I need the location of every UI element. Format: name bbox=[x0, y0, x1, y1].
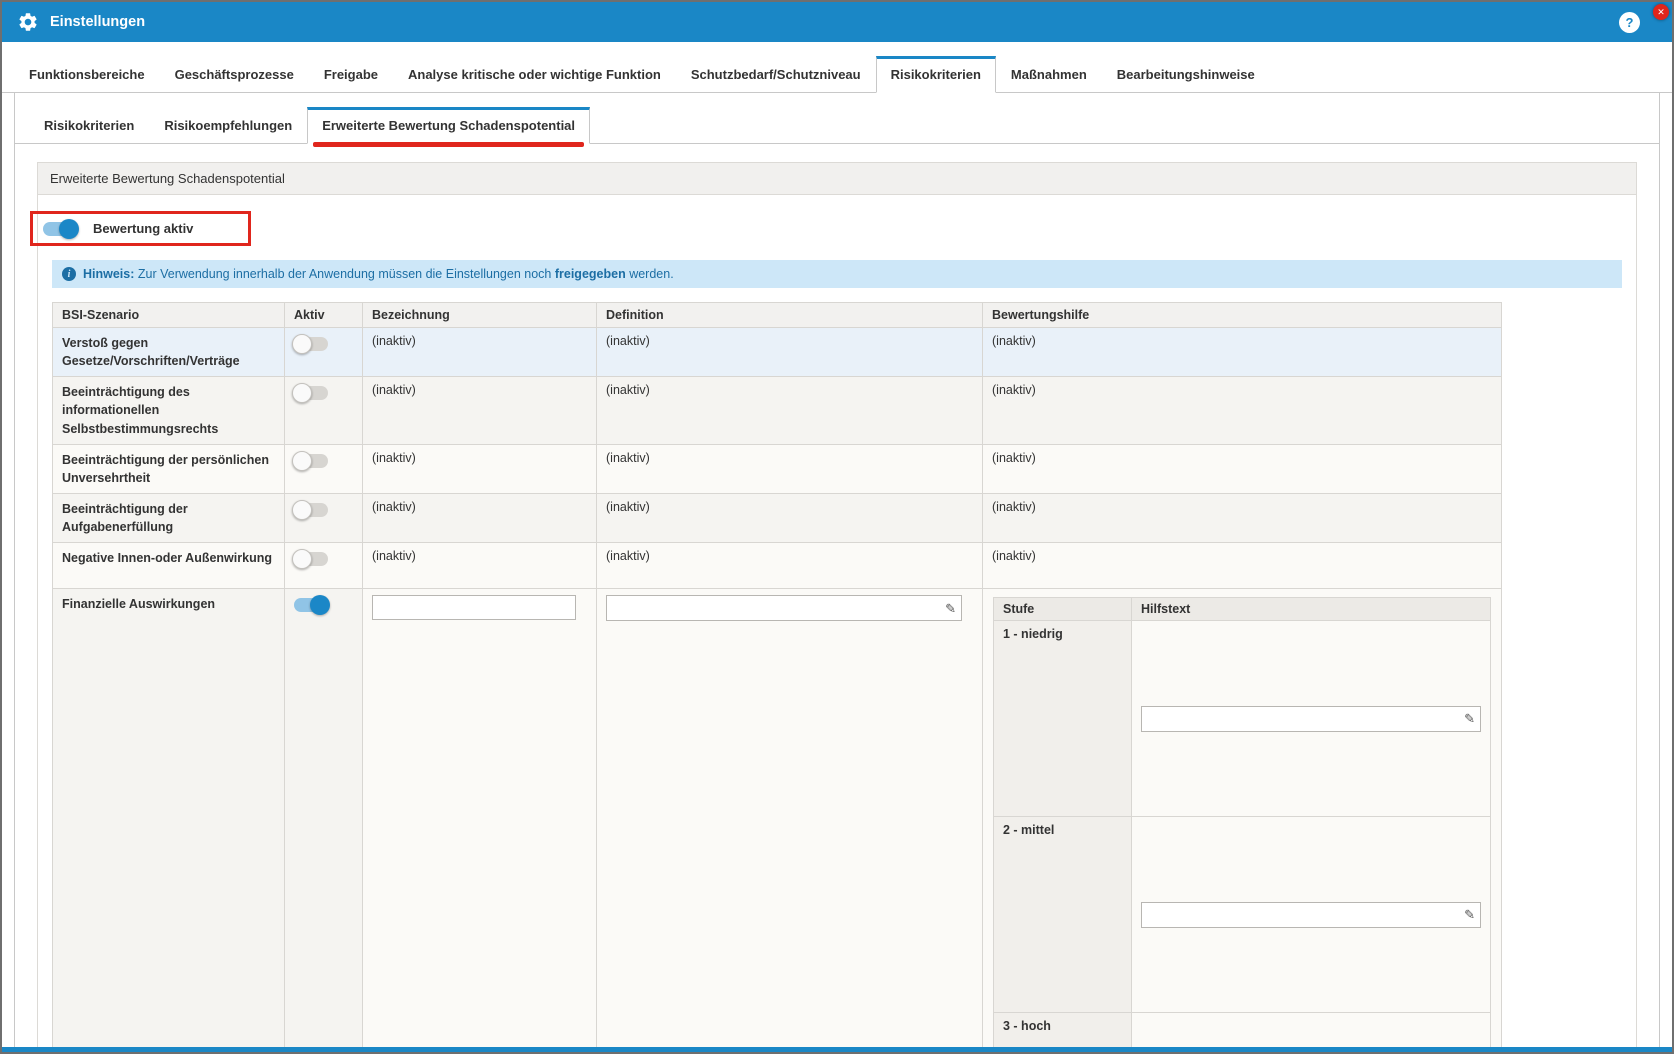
subtable-header-row: Stufe Hilfstext bbox=[994, 598, 1491, 621]
col-aktiv: Aktiv bbox=[285, 303, 363, 328]
scenario-name: Finanzielle Auswirkungen bbox=[53, 589, 285, 1054]
table-row: Beeinträchtigung der persönlichen Unvers… bbox=[53, 444, 1502, 493]
toggle-knob bbox=[292, 334, 312, 354]
bezeichnung-input[interactable] bbox=[372, 595, 576, 620]
toggle-knob bbox=[292, 500, 312, 520]
scenario-toggle[interactable] bbox=[294, 552, 328, 566]
main-tab-bar: Funktionsbereiche Geschäftsprozesse Frei… bbox=[2, 56, 1672, 93]
toggle-knob bbox=[292, 451, 312, 471]
bewertung-aktiv-label: Bewertung aktiv bbox=[93, 221, 193, 236]
col-stufe: Stufe bbox=[994, 598, 1132, 621]
inactive-text: (inaktiv) bbox=[983, 377, 1502, 444]
edit-icon[interactable]: ✎ bbox=[945, 602, 956, 615]
scenario-toggle[interactable] bbox=[294, 386, 328, 400]
inactive-text: (inaktiv) bbox=[597, 377, 983, 444]
inactive-text: (inaktiv) bbox=[597, 543, 983, 589]
hint-text: Zur Verwendung innerhalb der Anwendung m… bbox=[138, 267, 551, 281]
inactive-text: (inaktiv) bbox=[597, 493, 983, 542]
subtab-erweiterte-bewertung[interactable]: Erweiterte Bewertung Schadenspotential bbox=[307, 107, 590, 144]
risikokriterien-panel: Risikokriterien Risikoempfehlungen Erwei… bbox=[14, 93, 1660, 1054]
definition-input[interactable] bbox=[607, 596, 945, 620]
hint-bar: i Hinweis: Zur Verwendung innerhalb der … bbox=[52, 260, 1622, 288]
edit-icon[interactable]: ✎ bbox=[1464, 712, 1475, 725]
hint-bold-word: freigegeben bbox=[555, 267, 626, 281]
toggle-knob bbox=[292, 549, 312, 569]
table-row: Beeinträchtigung der Aufgabenerfüllung (… bbox=[53, 493, 1502, 542]
inactive-text: (inaktiv) bbox=[597, 444, 983, 493]
col-bezeichnung: Bezeichnung bbox=[363, 303, 597, 328]
tab-risikokriterien[interactable]: Risikokriterien bbox=[876, 56, 996, 93]
bsi-szenario-table: BSI-Szenario Aktiv Bezeichnung Definitio… bbox=[52, 302, 1502, 1054]
close-icon[interactable]: ✕ bbox=[1653, 4, 1669, 20]
subtab-risikokriterien[interactable]: Risikokriterien bbox=[29, 107, 149, 144]
tab-freigabe[interactable]: Freigabe bbox=[309, 56, 393, 93]
hilfstext-input-wrap: ✎ bbox=[1141, 706, 1481, 732]
inactive-text: (inaktiv) bbox=[363, 377, 597, 444]
edit-icon[interactable]: ✎ bbox=[1464, 908, 1475, 921]
gear-icon bbox=[16, 10, 40, 34]
scenario-toggle[interactable] bbox=[294, 503, 328, 517]
inactive-text: (inaktiv) bbox=[983, 444, 1502, 493]
definition-input-wrap: ✎ bbox=[606, 595, 962, 621]
tab-funktionsbereiche[interactable]: Funktionsbereiche bbox=[14, 56, 160, 93]
fieldset-title: Erweiterte Bewertung Schadenspotential bbox=[38, 163, 1636, 195]
col-bewertungshilfe: Bewertungshilfe bbox=[983, 303, 1502, 328]
table-row: Negative Innen-oder Außenwirkung (inakti… bbox=[53, 543, 1502, 589]
tab-analyse-kritische-funktion[interactable]: Analyse kritische oder wichtige Funktion bbox=[393, 56, 676, 93]
inactive-text: (inaktiv) bbox=[983, 493, 1502, 542]
table-row: Verstoß gegen Gesetze/Vorschriften/Vertr… bbox=[53, 328, 1502, 377]
hilfstext-input[interactable] bbox=[1142, 903, 1464, 927]
stufe-label: 1 - niedrig bbox=[994, 621, 1132, 817]
inactive-text: (inaktiv) bbox=[983, 328, 1502, 377]
sub-tab-bar: Risikokriterien Risikoempfehlungen Erwei… bbox=[15, 93, 1659, 144]
annotation-red-box: Bewertung aktiv bbox=[30, 211, 251, 246]
toggle-knob bbox=[59, 219, 79, 239]
annotation-red-underline bbox=[313, 142, 584, 147]
scenario-toggle[interactable] bbox=[294, 598, 328, 612]
subtab-risikoempfehlungen[interactable]: Risikoempfehlungen bbox=[149, 107, 307, 144]
tab-bearbeitungshinweise[interactable]: Bearbeitungshinweise bbox=[1102, 56, 1270, 93]
toggle-knob bbox=[292, 383, 312, 403]
bewertungshilfe-subtable: Stufe Hilfstext 1 - niedrig ✎ bbox=[993, 597, 1491, 1054]
col-bsi-szenario: BSI-Szenario bbox=[53, 303, 285, 328]
table-row-finanzielle: Finanzielle Auswirkungen ✎ bbox=[53, 589, 1502, 1054]
bewertung-aktiv-toggle[interactable] bbox=[43, 222, 77, 236]
hint-label: Hinweis: bbox=[83, 267, 134, 281]
inactive-text: (inaktiv) bbox=[983, 543, 1502, 589]
inactive-text: (inaktiv) bbox=[363, 328, 597, 377]
hilfstext-input-wrap: ✎ bbox=[1141, 902, 1481, 928]
col-hilfstext: Hilfstext bbox=[1132, 598, 1491, 621]
scenario-name: Verstoß gegen Gesetze/Vorschriften/Vertr… bbox=[53, 328, 285, 377]
subtable-row: 1 - niedrig ✎ bbox=[994, 621, 1491, 817]
scenario-toggle[interactable] bbox=[294, 454, 328, 468]
tab-geschaeftsprozesse[interactable]: Geschäftsprozesse bbox=[160, 56, 309, 93]
help-icon[interactable]: ? bbox=[1619, 12, 1640, 33]
stufe-label: 2 - mittel bbox=[994, 817, 1132, 1013]
scenario-name: Beeinträchtigung der persönlichen Unvers… bbox=[53, 444, 285, 493]
subtable-row: 2 - mittel ✎ bbox=[994, 817, 1491, 1013]
col-definition: Definition bbox=[597, 303, 983, 328]
toggle-knob bbox=[310, 595, 330, 615]
tab-massnahmen[interactable]: Maßnahmen bbox=[996, 56, 1102, 93]
hint-text-after: werden. bbox=[629, 267, 673, 281]
hilfstext-input[interactable] bbox=[1142, 707, 1464, 731]
inactive-text: (inaktiv) bbox=[363, 493, 597, 542]
table-header-row: BSI-Szenario Aktiv Bezeichnung Definitio… bbox=[53, 303, 1502, 328]
bottom-accent-strip bbox=[2, 1047, 1672, 1052]
settings-window: ✕ Einstellungen ? Funktionsbereiche Gesc… bbox=[0, 0, 1674, 1054]
tab-schutzbedarf[interactable]: Schutzbedarf/Schutzniveau bbox=[676, 56, 876, 93]
scenario-name: Beeinträchtigung der Aufgabenerfüllung bbox=[53, 493, 285, 542]
scenario-name: Negative Innen-oder Außenwirkung bbox=[53, 543, 285, 589]
titlebar: Einstellungen ? bbox=[2, 2, 1672, 42]
scenario-name: Beeinträchtigung des informationellen Se… bbox=[53, 377, 285, 444]
erweiterte-bewertung-fieldset: Erweiterte Bewertung Schadenspotential B… bbox=[37, 162, 1637, 1054]
inactive-text: (inaktiv) bbox=[597, 328, 983, 377]
scenario-toggle[interactable] bbox=[294, 337, 328, 351]
inactive-text: (inaktiv) bbox=[363, 543, 597, 589]
table-row: Beeinträchtigung des informationellen Se… bbox=[53, 377, 1502, 444]
info-icon: i bbox=[62, 267, 76, 281]
window-title: Einstellungen bbox=[50, 14, 145, 30]
subtab-label: Erweiterte Bewertung Schadenspotential bbox=[322, 118, 575, 133]
inactive-text: (inaktiv) bbox=[363, 444, 597, 493]
